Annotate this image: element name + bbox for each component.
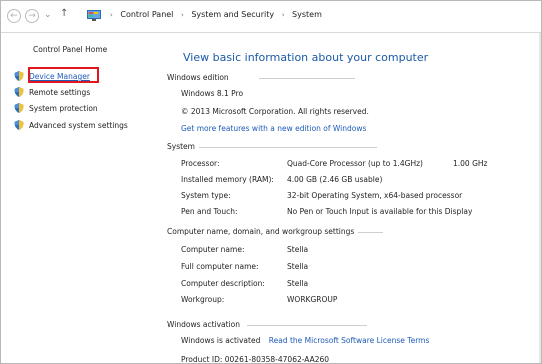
shield-icon <box>14 87 24 97</box>
section-heading: Windows activation <box>167 320 245 329</box>
pen-touch-value: No Pen or Touch Input is available for t… <box>287 207 473 216</box>
computer-name-value: Stella <box>287 245 309 254</box>
remote-settings-label: Remote settings <box>29 88 91 97</box>
processor-value: Quad-Core Processor (up to 1.4GHz) <box>287 159 423 168</box>
windows-activation-section: Windows activation <box>167 320 367 329</box>
main-content: View basic information about your comput… <box>159 33 541 364</box>
breadcrumb-control-panel[interactable]: Control Panel <box>120 10 173 19</box>
windows-edition-section: Windows edition <box>167 73 367 82</box>
left-task-pane: Control Panel Home Device Manager Remote… <box>1 33 159 363</box>
system-type-label: System type: <box>181 191 231 200</box>
breadcrumb-system-and-security[interactable]: System and Security <box>191 10 274 19</box>
recent-locations-chevron-icon[interactable]: ⌄ <box>44 10 52 20</box>
breadcrumb-separator: › <box>180 11 184 19</box>
section-heading: System <box>167 142 199 151</box>
full-computer-name-label: Full computer name: <box>181 262 259 271</box>
product-id: Product ID: 00261-80358-47062-AA260 <box>181 355 330 364</box>
workgroup-label: Workgroup: <box>181 295 225 304</box>
breadcrumb-separator: › <box>281 11 285 19</box>
shield-icon <box>14 71 24 81</box>
computer-name-section: Computer name, domain, and workgroup set… <box>167 227 383 236</box>
section-heading: Computer name, domain, and workgroup set… <box>167 227 359 236</box>
system-window: ← → ⌄ ↑ › Control Panel › System and Sec… <box>0 0 542 364</box>
system-protection-label: System protection <box>29 104 98 113</box>
windows-edition-name: Windows 8.1 Pro <box>181 89 244 98</box>
computer-description-value: Stella <box>287 279 309 288</box>
license-terms-link[interactable]: Read the Microsoft Software License Term… <box>269 336 430 345</box>
shield-icon <box>14 103 24 113</box>
full-computer-name-value: Stella <box>287 262 309 271</box>
shield-icon <box>14 120 24 130</box>
processor-label: Processor: <box>181 159 220 168</box>
control-panel-icon <box>87 10 101 21</box>
computer-name-label: Computer name: <box>181 245 245 254</box>
system-protection-link[interactable]: System protection <box>14 103 98 113</box>
back-icon[interactable]: ← <box>7 9 21 23</box>
processor-speed: 1.00 GHz <box>453 159 488 168</box>
remote-settings-link[interactable]: Remote settings <box>14 87 90 97</box>
activation-status-text: Windows is activated <box>181 336 261 345</box>
scrollbar[interactable] <box>539 33 541 363</box>
breadcrumb-separator: › <box>110 11 113 19</box>
forward-icon[interactable]: → <box>25 9 39 23</box>
breadcrumb-system[interactable]: System <box>292 10 322 19</box>
up-arrow-icon[interactable]: ↑ <box>60 8 68 19</box>
control-panel-home-link[interactable]: Control Panel Home <box>33 45 107 54</box>
pen-touch-label: Pen and Touch: <box>181 207 238 216</box>
section-heading: Windows edition <box>167 73 233 82</box>
copyright-text: © 2013 Microsoft Corporation. All rights… <box>181 107 369 116</box>
ram-value: 4.00 GB (2.46 GB usable) <box>287 175 383 184</box>
advanced-system-settings-link[interactable]: Advanced system settings <box>14 120 128 130</box>
ram-label: Installed memory (RAM): <box>181 175 274 184</box>
address-bar: ← → ⌄ ↑ › Control Panel › System and Sec… <box>1 1 541 33</box>
device-manager-highlight-box <box>28 67 99 83</box>
system-section: System <box>167 142 377 151</box>
advanced-system-settings-label: Advanced system settings <box>29 121 128 130</box>
activation-status: Windows is activated Read the Microsoft … <box>181 336 429 345</box>
system-type-value: 32-bit Operating System, x64-based proce… <box>287 191 463 200</box>
breadcrumb: › Control Panel › System and Security › … <box>105 10 322 19</box>
page-title: View basic information about your comput… <box>183 51 429 64</box>
workgroup-value: WORKGROUP <box>287 295 338 304</box>
computer-description-label: Computer description: <box>181 279 265 288</box>
get-more-features-link[interactable]: Get more features with a new edition of … <box>181 124 366 133</box>
